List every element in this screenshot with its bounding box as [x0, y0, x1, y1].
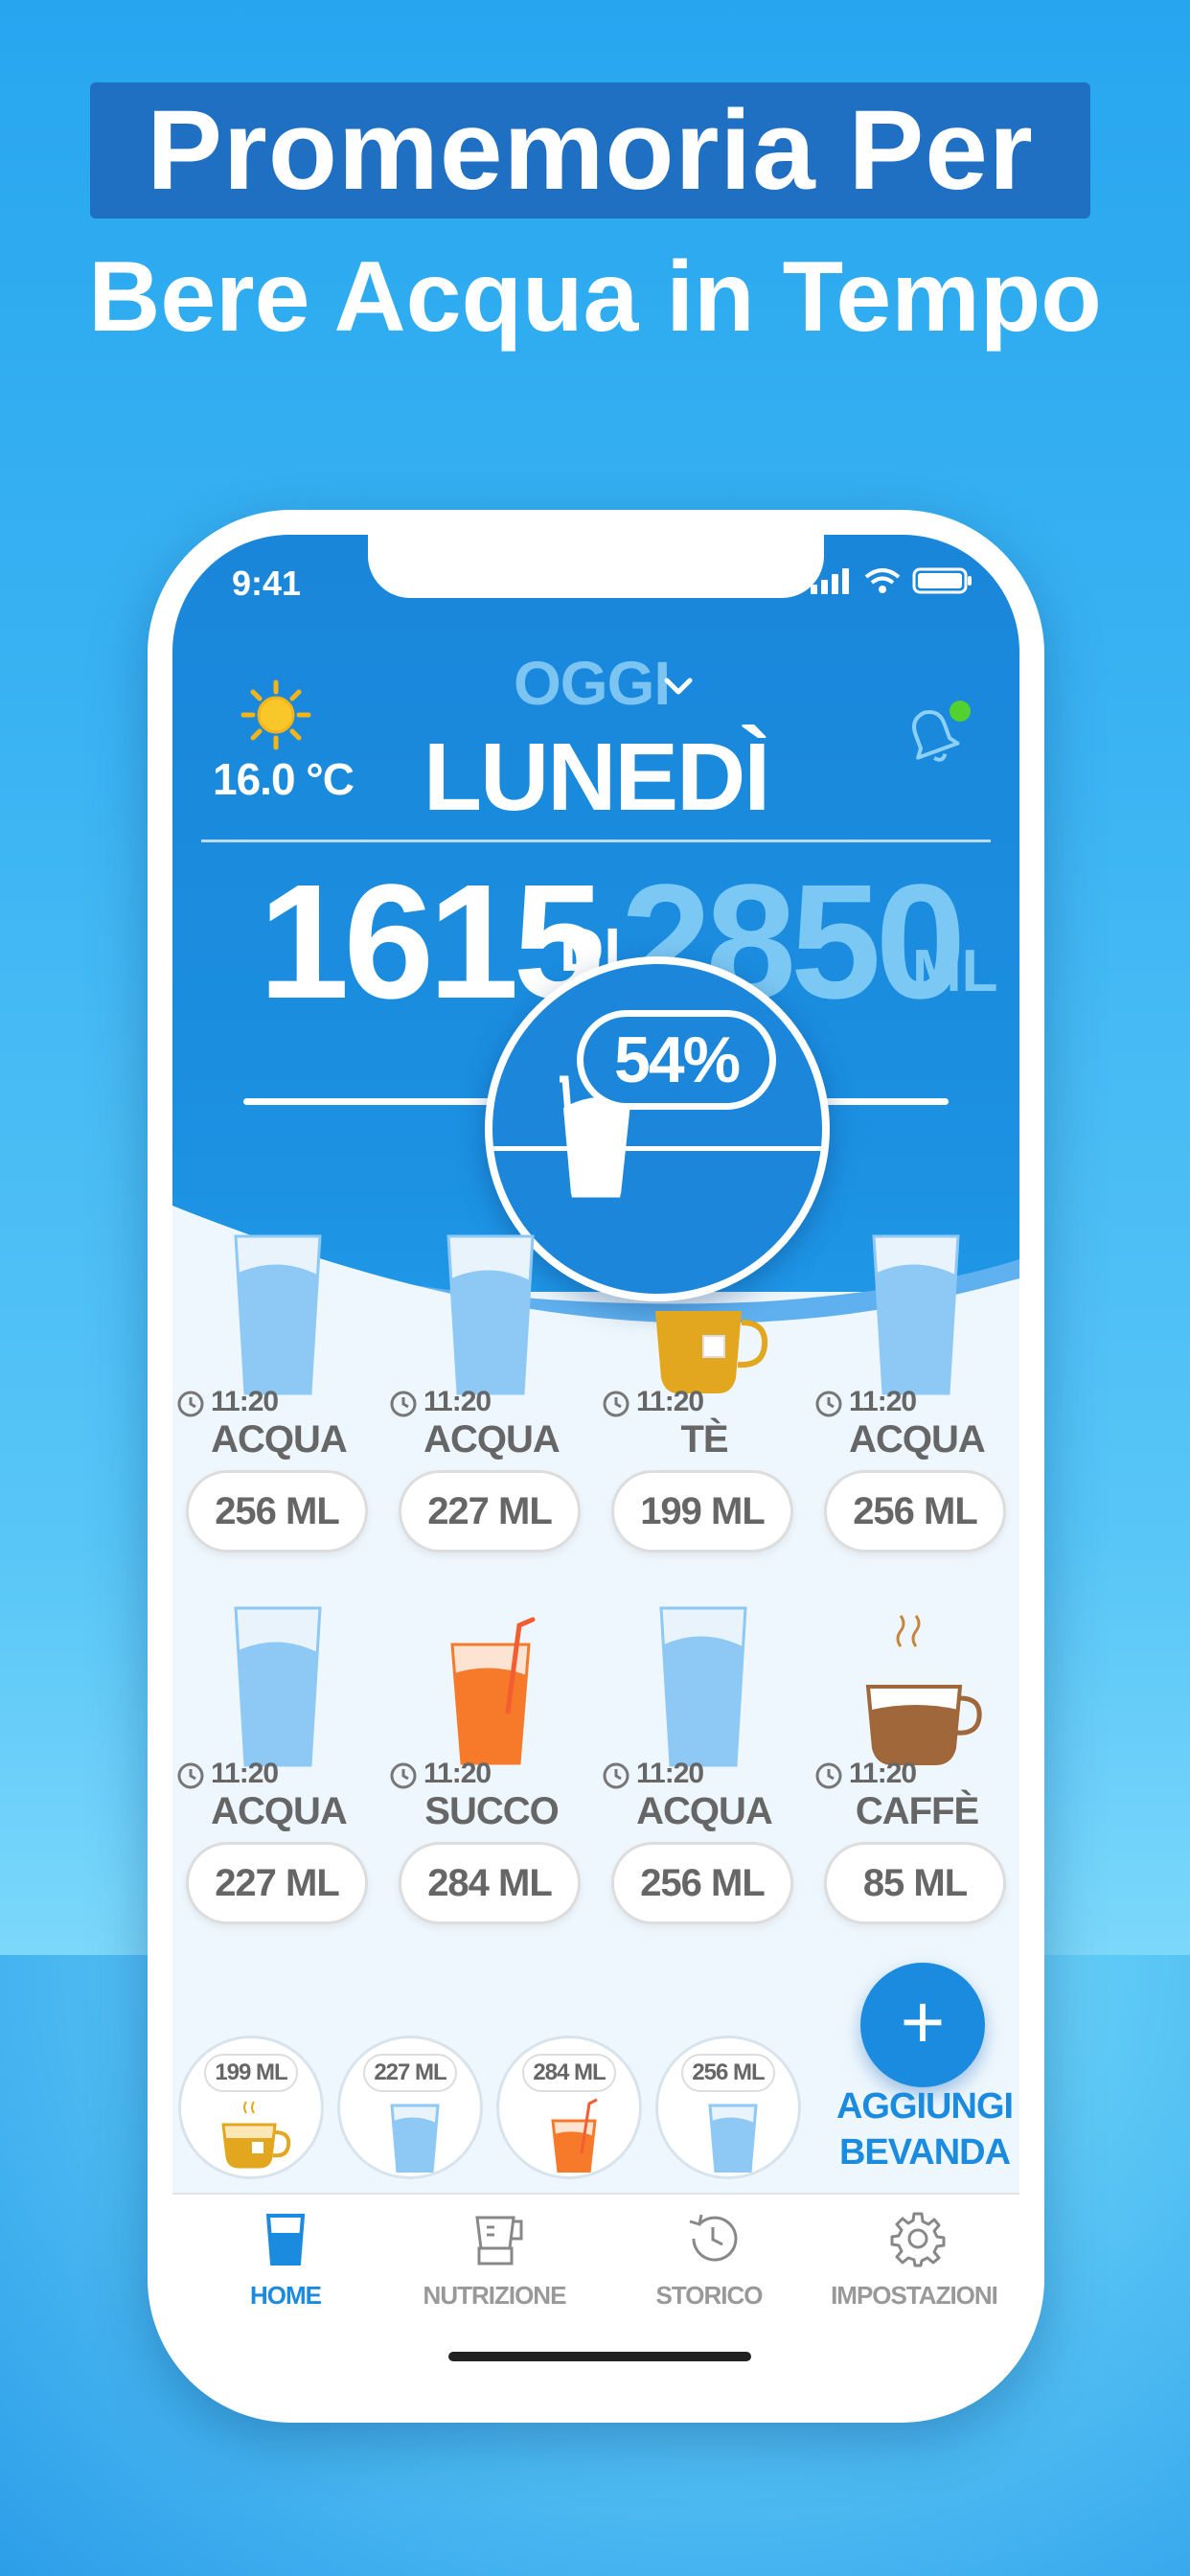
juice-glass-icon: [551, 2098, 598, 2173]
clock-icon: [815, 1391, 842, 1417]
clock-icon: [177, 1762, 204, 1789]
tab-nutrition-label: NUTRIZIONE: [423, 2281, 567, 2310]
headline-line2: Bere Acqua in Tempo: [88, 242, 1102, 353]
drink-time-text: 11:20: [849, 1758, 917, 1789]
water-glass-icon: [659, 1606, 747, 1767]
tea-cup-icon: [655, 1311, 768, 1393]
add-drink-label-line1: AGGIUNGI: [835, 2086, 1014, 2127]
drink-item[interactable]: 11:20 ACQUA 256 ML: [598, 1606, 811, 1970]
drink-item[interactable]: 11:20 ACQUA 256 ML: [172, 1234, 385, 1598]
drink-item[interactable]: 11:20 ACQUA 227 ML: [172, 1606, 385, 1970]
clock-icon: [815, 1762, 842, 1789]
quick-add-amount: 256 ML: [681, 2054, 775, 2092]
clock-icon: [603, 1391, 629, 1417]
drink-time: 11:20: [172, 1758, 385, 1792]
history-icon: [689, 2214, 738, 2262]
quick-add-amount: 199 ML: [204, 2054, 298, 2092]
water-glass-icon: [872, 1234, 960, 1395]
drink-time: 11:20: [598, 1386, 811, 1420]
water-glass-icon: [708, 2104, 758, 2173]
drink-amount[interactable]: 85 ML: [824, 1842, 1006, 1924]
drink-amount[interactable]: 256 ML: [186, 1470, 368, 1552]
bell-icon[interactable]: [893, 698, 973, 778]
drink-amount[interactable]: 227 ML: [399, 1470, 581, 1552]
drink-name: ACQUA: [211, 1418, 348, 1460]
quick-add-water[interactable]: 256 ML: [655, 2036, 801, 2179]
drink-time: 11:20: [172, 1386, 385, 1420]
add-drink-label-line2: BEVANDA: [838, 2132, 1011, 2173]
drink-amount[interactable]: 256 ML: [611, 1842, 793, 1924]
water-glass-icon: [234, 1606, 322, 1767]
drink-name: ACQUA: [211, 1790, 348, 1832]
drink-time: 11:20: [811, 1758, 1019, 1792]
drink-item[interactable]: 11:20 CAFFÈ 85 ML: [811, 1606, 1019, 1970]
unit-label: ML: [912, 938, 998, 1004]
period-selector[interactable]: OGGI: [514, 648, 671, 719]
water-glass-icon: [234, 1234, 322, 1395]
quick-add-water[interactable]: 227 ML: [337, 2036, 483, 2179]
drink-amount[interactable]: 199 ML: [611, 1470, 793, 1552]
glass-icon: [265, 2214, 306, 2266]
chevron-down-icon[interactable]: [659, 667, 698, 705]
headline-line1: Promemoria Per: [147, 87, 1034, 214]
tab-nutrition[interactable]: NUTRIZIONE: [399, 2210, 590, 2325]
drink-time-text: 11:20: [636, 1758, 704, 1789]
tab-home-label: HOME: [250, 2281, 322, 2310]
water-glass-icon: [446, 1234, 535, 1395]
header-divider: [201, 840, 991, 842]
drink-time-text: 11:20: [423, 1758, 492, 1789]
status-icons: [811, 567, 972, 594]
tab-settings[interactable]: IMPOSTAZIONI: [818, 2210, 1010, 2325]
app-screen: 9:41 16.0 °C OGGI LUNEDÌ 1615 DI 2850 ML…: [172, 535, 1019, 2398]
drink-name: SUCCO: [424, 1790, 559, 1832]
drink-name: TÈ: [680, 1418, 728, 1460]
drink-time-text: 11:20: [849, 1386, 917, 1417]
clock-icon: [390, 1762, 417, 1789]
tab-settings-label: IMPOSTAZIONI: [831, 2281, 998, 2310]
water-glass-icon: [390, 2104, 440, 2173]
drink-time-text: 11:20: [636, 1386, 704, 1417]
drink-name: ACQUA: [636, 1790, 773, 1832]
drink-name: ACQUA: [849, 1418, 986, 1460]
drink-time: 11:20: [385, 1758, 598, 1792]
drink-time: 11:20: [385, 1386, 598, 1420]
quick-add-amount: 227 ML: [363, 2054, 457, 2092]
drink-amount[interactable]: 284 ML: [399, 1842, 581, 1924]
drink-time: 11:20: [811, 1386, 1019, 1420]
home-indicator[interactable]: [448, 2352, 751, 2361]
drink-item[interactable]: 11:20 ACQUA 256 ML: [811, 1234, 1019, 1598]
gear-icon: [890, 2212, 946, 2267]
tab-home[interactable]: HOME: [190, 2210, 381, 2325]
tab-history[interactable]: STORICO: [613, 2210, 805, 2325]
drink-item[interactable]: 11:20 SUCCO 284 ML: [385, 1606, 598, 1970]
drink-amount[interactable]: 227 ML: [186, 1842, 368, 1924]
percent-badge: 54%: [577, 1010, 776, 1110]
quick-add-amount: 284 ML: [522, 2054, 616, 2092]
clock-icon: [177, 1391, 204, 1417]
drink-time: 11:20: [598, 1758, 811, 1792]
drink-time-text: 11:20: [423, 1386, 492, 1417]
clock-icon: [390, 1391, 417, 1417]
drink-name: ACQUA: [423, 1418, 561, 1460]
phone-notch: [368, 535, 824, 598]
tab-bar: HOME NUTRIZIONE STORICO IMPOSTAZIONI: [172, 2193, 1019, 2398]
drink-item[interactable]: 11:20 ACQUA 227 ML: [385, 1234, 598, 1598]
drink-item[interactable]: 11:20 TÈ 199 ML: [598, 1234, 811, 1598]
drink-time-text: 11:20: [211, 1758, 279, 1789]
drink-time-text: 11:20: [211, 1386, 279, 1417]
add-drink-button[interactable]: +: [860, 1963, 985, 2087]
coffee-cup-icon: [865, 1615, 982, 1765]
tea-cup-icon: [221, 2101, 291, 2169]
blender-icon: [475, 2216, 523, 2266]
add-drink-label[interactable]: AGGIUNGI BEVANDA: [834, 2083, 1016, 2175]
tab-history-label: STORICO: [655, 2281, 764, 2310]
juice-glass-icon: [450, 1617, 536, 1765]
clock-icon: [603, 1762, 629, 1789]
drink-name: CAFFÈ: [855, 1790, 979, 1832]
quick-add-juice[interactable]: 284 ML: [496, 2036, 642, 2179]
drink-amount[interactable]: 256 ML: [824, 1470, 1006, 1552]
status-time: 9:41: [232, 564, 302, 603]
progress-line-left: [243, 1098, 492, 1105]
quick-add-tea[interactable]: 199 ML: [178, 2036, 324, 2179]
